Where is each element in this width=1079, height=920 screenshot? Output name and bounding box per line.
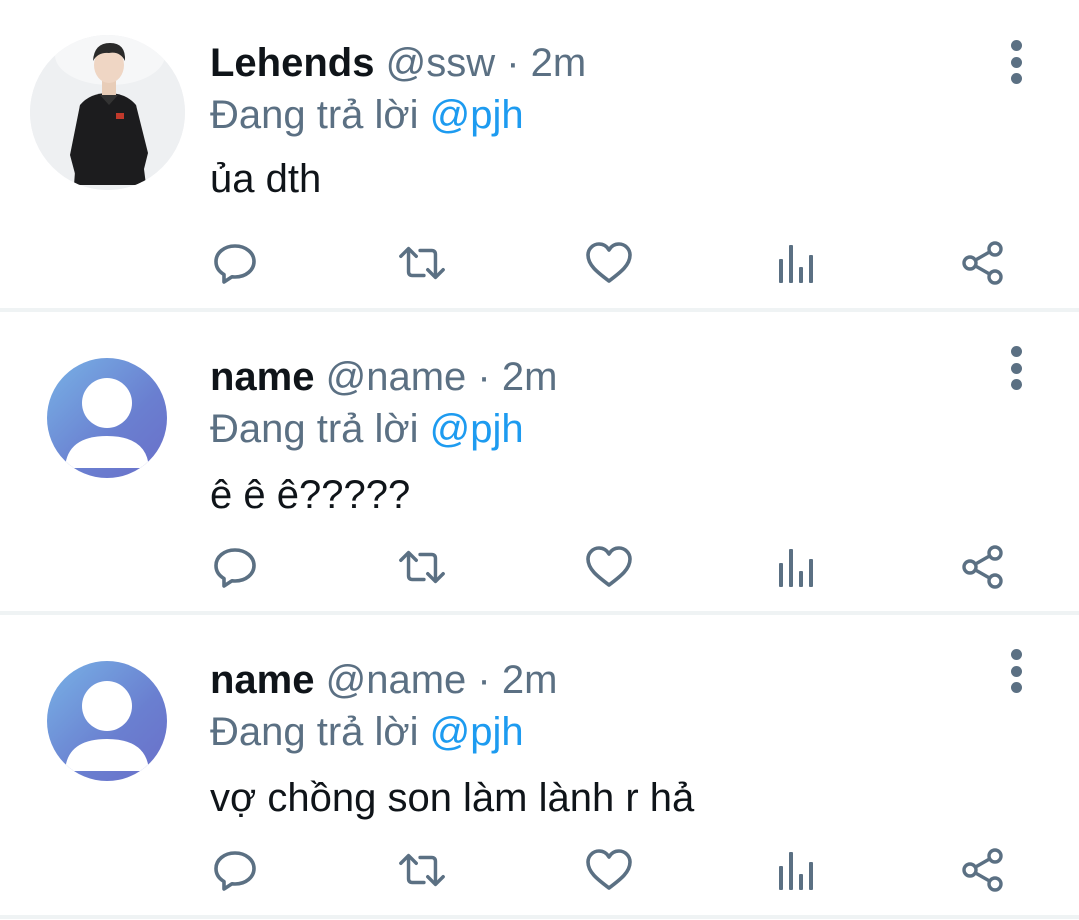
- user-handle[interactable]: @name: [326, 658, 467, 702]
- profile-photo: [30, 35, 185, 190]
- mention-link[interactable]: @pjh: [430, 93, 524, 137]
- tweet[interactable]: name @name · 2m Đang trả lời @pjh vợ chồ…: [0, 615, 1079, 919]
- display-name[interactable]: name: [210, 355, 315, 399]
- retweet-button[interactable]: [397, 845, 447, 895]
- reply-prefix: Đang trả lời: [210, 710, 419, 754]
- retweet-icon: [399, 246, 445, 280]
- reply-context: Đang trả lời @pjh: [210, 406, 524, 452]
- analytics-icon: [779, 549, 813, 587]
- tweet-actions: [210, 845, 1010, 895]
- reply-prefix: Đang trả lời: [210, 407, 419, 451]
- avatar[interactable]: [30, 35, 185, 190]
- user-handle[interactable]: @ssw: [386, 41, 496, 85]
- timestamp[interactable]: · 2m: [506, 41, 586, 85]
- more-vertical-icon[interactable]: [1003, 649, 1029, 693]
- tweet-text: vợ chồng son làm lành r hả: [210, 776, 695, 820]
- like-button[interactable]: [584, 845, 634, 895]
- reply-button[interactable]: [210, 542, 260, 592]
- reply-context: Đang trả lời @pjh: [210, 709, 524, 755]
- display-name[interactable]: Lehends: [210, 41, 374, 85]
- like-button[interactable]: [584, 238, 634, 288]
- tweet-header: name @name · 2m: [210, 354, 557, 400]
- heart-icon: [586, 546, 632, 587]
- tweet-text: ê ê ê?????: [210, 473, 411, 517]
- analytics-button[interactable]: [771, 845, 821, 895]
- tweet-actions: [210, 238, 1010, 288]
- more-vertical-icon[interactable]: [1003, 346, 1029, 390]
- display-name[interactable]: name: [210, 658, 315, 702]
- tweet-feed: Lehends @ssw · 2m Đang trả lời @pjh ủa d…: [0, 0, 1079, 919]
- analytics-button[interactable]: [771, 238, 821, 288]
- reply-button[interactable]: [210, 845, 260, 895]
- retweet-button[interactable]: [397, 238, 447, 288]
- user-handle[interactable]: @name: [326, 355, 467, 399]
- tweet-header: Lehends @ssw · 2m: [210, 40, 586, 86]
- mention-link[interactable]: @pjh: [430, 710, 524, 754]
- share-button[interactable]: [958, 542, 1008, 592]
- tweet-header: name @name · 2m: [210, 657, 557, 703]
- heart-icon: [586, 849, 632, 890]
- timestamp[interactable]: · 2m: [477, 355, 557, 399]
- share-button[interactable]: [958, 238, 1008, 288]
- tweet-actions: [210, 542, 1010, 592]
- retweet-icon: [399, 853, 445, 887]
- timestamp[interactable]: · 2m: [477, 658, 557, 702]
- share-icon: [962, 545, 1003, 589]
- analytics-icon: [779, 852, 813, 890]
- heart-icon: [586, 242, 632, 283]
- tweet[interactable]: Lehends @ssw · 2m Đang trả lời @pjh ủa d…: [0, 0, 1079, 312]
- tweet-text: ủa dth: [210, 157, 322, 201]
- reply-icon: [214, 548, 256, 588]
- analytics-icon: [779, 245, 813, 283]
- reply-icon: [214, 244, 256, 284]
- avatar[interactable]: [47, 661, 167, 781]
- default-avatar-icon: [65, 378, 149, 468]
- reply-prefix: Đang trả lời: [210, 93, 419, 137]
- mention-link[interactable]: @pjh: [430, 407, 524, 451]
- share-icon: [962, 848, 1003, 892]
- reply-icon: [214, 851, 256, 891]
- retweet-button[interactable]: [397, 542, 447, 592]
- analytics-button[interactable]: [771, 542, 821, 592]
- tweet[interactable]: name @name · 2m Đang trả lời @pjh ê ê ê?…: [0, 312, 1079, 615]
- like-button[interactable]: [584, 542, 634, 592]
- reply-context: Đang trả lời @pjh: [210, 92, 524, 138]
- share-button[interactable]: [958, 845, 1008, 895]
- default-avatar-icon: [65, 681, 149, 771]
- retweet-icon: [399, 550, 445, 584]
- more-vertical-icon[interactable]: [1003, 40, 1029, 84]
- avatar[interactable]: [47, 358, 167, 478]
- reply-button[interactable]: [210, 238, 260, 288]
- share-icon: [962, 241, 1003, 285]
